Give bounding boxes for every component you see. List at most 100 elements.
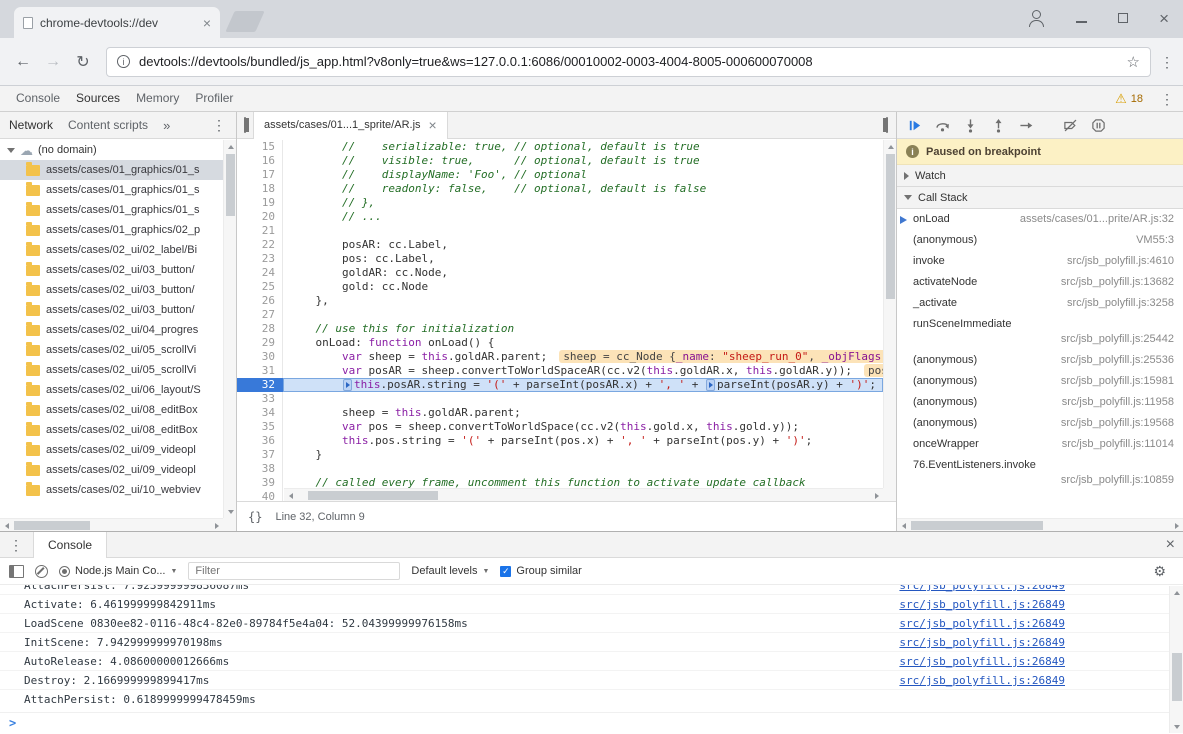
devtools-tab-console[interactable]: Console — [8, 86, 68, 111]
line-number[interactable]: 32 — [237, 378, 283, 392]
scroll-left-icon[interactable] — [5, 523, 9, 529]
tree-item[interactable]: assets/cases/02_ui/04_progres — [0, 320, 223, 340]
step-marker-icon[interactable] — [706, 379, 715, 391]
log-source-link[interactable]: src/jsb_polyfill.js:26849 — [899, 635, 1065, 650]
checkbox-checked-icon[interactable] — [500, 566, 511, 577]
call-stack-frame[interactable]: _activatesrc/jsb_polyfill.js:3258 — [897, 293, 1183, 314]
scrollbar-thumb[interactable] — [14, 521, 90, 530]
line-number[interactable]: 36 — [237, 434, 283, 448]
line-number[interactable]: 34 — [237, 406, 283, 420]
tree-item[interactable]: assets/cases/02_ui/08_editBox — [0, 400, 223, 420]
step-over-button[interactable] — [933, 116, 951, 134]
debugger-toggle-button[interactable] — [878, 118, 896, 132]
tree-item[interactable]: assets/cases/02_ui/06_layout/S — [0, 380, 223, 400]
tree-item[interactable]: assets/cases/01_graphics/01_s — [0, 160, 223, 180]
log-source-link[interactable]: src/jsb_polyfill.js:26849 — [899, 585, 1065, 593]
scroll-up-icon[interactable] — [1174, 591, 1180, 595]
line-number[interactable]: 16 — [237, 154, 283, 168]
close-window-icon[interactable] — [1159, 10, 1169, 27]
tree-item[interactable]: assets/cases/02_ui/08_editBox — [0, 420, 223, 440]
back-icon[interactable] — [8, 47, 38, 77]
navigator-tab-content-scripts[interactable]: Content scripts — [68, 118, 148, 132]
call-stack-frame[interactable]: onLoadassets/cases/01...prite/AR.js:32 — [897, 209, 1183, 230]
group-similar-checkbox[interactable]: Group similar — [500, 565, 581, 577]
log-levels-dropdown[interactable]: Default levels — [411, 565, 489, 577]
scrollbar-thumb[interactable] — [886, 154, 895, 299]
call-stack-frame[interactable]: 76.EventListeners.invokesrc/jsb_polyfill… — [897, 455, 1183, 491]
call-stack-section-header[interactable]: Call Stack — [897, 187, 1183, 209]
step-out-button[interactable] — [989, 116, 1007, 134]
scroll-left-icon[interactable] — [902, 523, 906, 529]
call-stack-frame[interactable]: onceWrappersrc/jsb_polyfill.js:11014 — [897, 434, 1183, 455]
bookmark-star-icon[interactable] — [1127, 53, 1140, 71]
editor-vertical-scrollbar[interactable] — [883, 140, 896, 501]
scrollbar-thumb[interactable] — [226, 154, 235, 216]
step-marker-icon[interactable] — [343, 379, 352, 391]
tree-item[interactable]: assets/cases/01_graphics/02_p — [0, 220, 223, 240]
line-number[interactable]: 24 — [237, 266, 283, 280]
scrollbar-thumb[interactable] — [911, 521, 1043, 530]
deactivate-breakpoints-button[interactable] — [1061, 116, 1079, 134]
line-number[interactable]: 21 — [237, 224, 283, 238]
tree-item[interactable]: assets/cases/02_ui/03_button/ — [0, 260, 223, 280]
scroll-up-icon[interactable] — [888, 145, 894, 149]
line-number[interactable]: 15 — [237, 140, 283, 154]
scrollbar-thumb[interactable] — [1172, 653, 1182, 701]
line-number[interactable]: 30 — [237, 350, 283, 364]
warning-badge[interactable]: 18 — [1115, 91, 1143, 107]
forward-icon[interactable] — [38, 47, 68, 77]
line-number[interactable]: 18 — [237, 182, 283, 196]
console-sidebar-icon[interactable] — [9, 565, 24, 578]
scroll-right-icon[interactable] — [1175, 523, 1179, 529]
drawer-close-icon[interactable] — [1166, 537, 1175, 553]
line-number[interactable]: 23 — [237, 252, 283, 266]
line-number[interactable]: 27 — [237, 308, 283, 322]
profile-icon[interactable] — [1027, 9, 1045, 27]
call-stack-frame[interactable]: invokesrc/jsb_polyfill.js:4610 — [897, 251, 1183, 272]
tree-item[interactable]: assets/cases/02_ui/03_button/ — [0, 280, 223, 300]
tree-item[interactable]: assets/cases/01_graphics/01_s — [0, 180, 223, 200]
scroll-right-icon[interactable] — [215, 523, 219, 529]
scroll-right-icon[interactable] — [875, 493, 879, 499]
line-number[interactable]: 22 — [237, 238, 283, 252]
expander-down-icon[interactable] — [7, 148, 15, 153]
line-number[interactable]: 35 — [237, 420, 283, 434]
tree-item[interactable]: assets/cases/02_ui/10_webviev — [0, 480, 223, 500]
browser-tab[interactable]: chrome-devtools://dev — [14, 7, 220, 38]
scrollbar-thumb[interactable] — [308, 491, 438, 500]
resume-button[interactable] — [905, 116, 923, 134]
pause-on-exceptions-button[interactable] — [1089, 116, 1107, 134]
line-number[interactable]: 20 — [237, 210, 283, 224]
step-into-button[interactable] — [961, 116, 979, 134]
navigator-vertical-scrollbar[interactable] — [223, 140, 236, 518]
devtools-menu-icon[interactable] — [1159, 92, 1175, 106]
line-number[interactable]: 33 — [237, 392, 283, 406]
call-stack-frame[interactable]: (anonymous)src/jsb_polyfill.js:11958 — [897, 392, 1183, 413]
tree-item[interactable]: assets/cases/02_ui/02_label/Bi — [0, 240, 223, 260]
console-settings-icon[interactable] — [1153, 563, 1166, 580]
log-source-link[interactable]: src/jsb_polyfill.js:26849 — [899, 673, 1065, 688]
log-source-link[interactable]: src/jsb_polyfill.js:26849 — [899, 654, 1065, 669]
maximize-icon[interactable] — [1118, 13, 1128, 23]
console-vertical-scrollbar[interactable] — [1169, 586, 1183, 733]
log-source-link[interactable]: src/jsb_polyfill.js:26849 — [899, 616, 1065, 631]
tree-item[interactable]: assets/cases/02_ui/05_scrollVi — [0, 360, 223, 380]
navigator-toggle-button[interactable] — [237, 118, 253, 132]
line-number[interactable]: 26 — [237, 294, 283, 308]
call-stack-frame[interactable]: activateNodesrc/jsb_polyfill.js:13682 — [897, 272, 1183, 293]
drawer-tab-console[interactable]: Console — [33, 532, 107, 558]
tree-root-domain[interactable]: (no domain) — [0, 140, 223, 160]
more-tabs-icon[interactable] — [163, 118, 170, 133]
scroll-left-icon[interactable] — [289, 493, 293, 499]
call-stack-frame[interactable]: (anonymous)src/jsb_polyfill.js:19568 — [897, 413, 1183, 434]
navigator-menu-icon[interactable] — [211, 118, 227, 132]
line-number[interactable]: 37 — [237, 448, 283, 462]
devtools-tab-sources[interactable]: Sources — [68, 86, 128, 111]
devtools-tab-memory[interactable]: Memory — [128, 86, 187, 111]
file-tab-close-icon[interactable] — [429, 118, 437, 132]
tree-item[interactable]: assets/cases/02_ui/05_scrollVi — [0, 340, 223, 360]
scroll-down-icon[interactable] — [228, 510, 234, 514]
log-source-link[interactable]: src/jsb_polyfill.js:26849 — [899, 597, 1065, 612]
tab-close-icon[interactable] — [203, 16, 211, 30]
step-button[interactable] — [1017, 116, 1035, 134]
